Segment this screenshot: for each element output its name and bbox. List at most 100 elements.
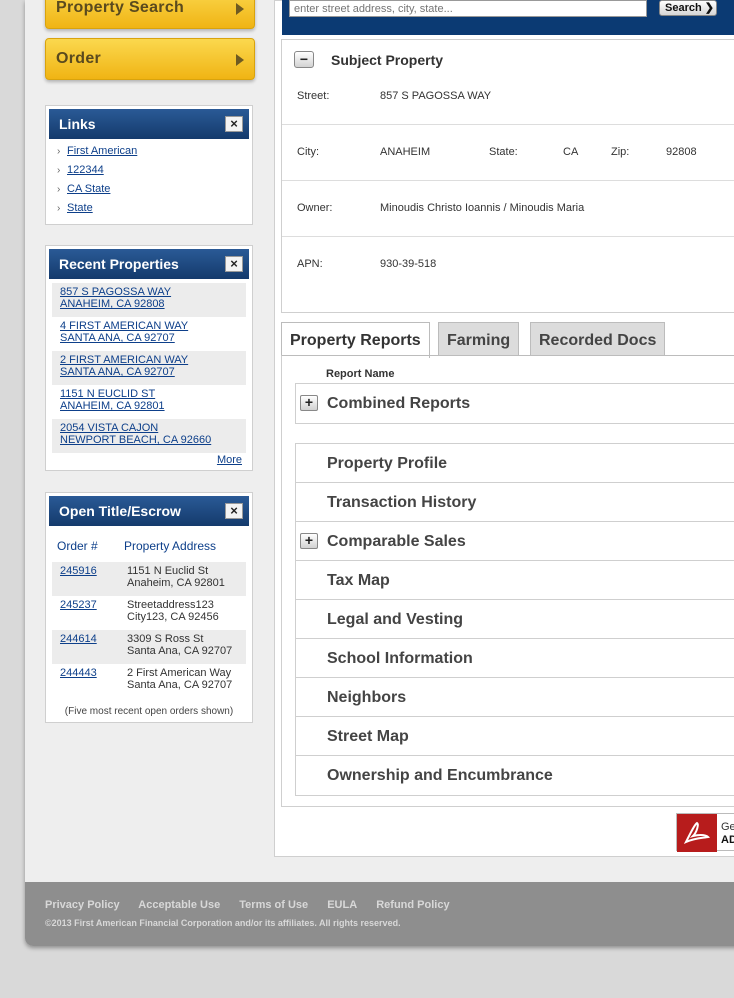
report-item-transaction-history[interactable]: Transaction History	[296, 483, 734, 522]
zip-value: 92808	[666, 146, 697, 158]
expand-comparable-sales-button[interactable]: +	[300, 533, 318, 549]
open-title-title: Open Title/Escrow	[59, 503, 181, 519]
chevron-right-icon: ›	[57, 165, 61, 176]
report-item-neighbors[interactable]: Neighbors	[296, 678, 734, 717]
table-row: 245916 1151 N Euclid St Anaheim, CA 92801	[52, 562, 246, 596]
recent-address-line1[interactable]: 4 FIRST AMERICAN WAY	[60, 320, 238, 332]
owner-row: Owner: Minoudis Christo Ioannis / Minoud…	[282, 181, 734, 237]
collapse-subject-button[interactable]: −	[294, 51, 314, 68]
apn-label: APN:	[297, 258, 323, 270]
owner-label: Owner:	[297, 202, 333, 214]
recent-address-line1[interactable]: 2054 VISTA CAJON	[60, 422, 238, 434]
order-address-line2: City123, CA 92456	[127, 611, 219, 623]
col-order: Order #	[57, 539, 98, 553]
recent-property-item[interactable]: 857 S PAGOSSA WAY ANAHEIM, CA 92808	[52, 283, 246, 317]
report-label: Combined Reports	[327, 395, 471, 412]
recent-properties-box: Recent Properties × 857 S PAGOSSA WAY AN…	[45, 245, 253, 471]
recent-address-line1[interactable]: 1151 N EUCLID ST	[60, 388, 238, 400]
recent-address-line1[interactable]: 2 FIRST AMERICAN WAY	[60, 354, 238, 366]
footer-link-privacy[interactable]: Privacy Policy	[45, 899, 120, 911]
report-item-ownership-encumbrance[interactable]: Ownership and Encumbrance	[296, 756, 734, 795]
report-item-property-profile[interactable]: Property Profile	[296, 444, 734, 483]
subject-property-title: Subject Property	[331, 52, 444, 68]
order-number-link[interactable]: 245237	[60, 599, 127, 627]
report-name-header: Report Name	[326, 368, 395, 380]
footer-copyright: ©2013 First American Financial Corporati…	[45, 918, 401, 928]
close-recent-button[interactable]: ×	[225, 256, 243, 272]
order-button[interactable]: Order	[45, 38, 255, 80]
links-box: Links × › First American › 122344 › CA Stat…	[45, 105, 253, 225]
order-address-line1: 2 First American Way	[127, 667, 232, 679]
order-address-line2: Santa Ana, CA 92707	[127, 679, 233, 691]
link-state[interactable]: State	[67, 202, 93, 214]
order-label: Order	[56, 50, 102, 67]
arrow-right-icon	[236, 54, 244, 66]
order-address-line2: Santa Ana, CA 92707	[127, 645, 233, 657]
more-link-container: More	[52, 453, 246, 468]
property-search-button[interactable]: Property Search	[45, 0, 255, 29]
order-address: Streetaddress123 City123, CA 92456	[127, 599, 219, 627]
order-address: 2 First American Way Santa Ana, CA 92707	[127, 667, 232, 695]
tab-recorded-docs[interactable]: Recorded Docs	[530, 322, 666, 356]
report-label: Comparable Sales	[327, 533, 466, 550]
search-button[interactable]: Search ❯	[659, 0, 717, 16]
recent-property-item[interactable]: 1151 N EUCLID ST ANAHEIM, CA 92801	[52, 385, 246, 419]
list-item: › CA State	[57, 180, 249, 199]
footer-link-acceptable-use[interactable]: Acceptable Use	[138, 899, 220, 911]
search-input[interactable]	[289, 0, 647, 17]
adobe-reader-badge[interactable]: Ge AD	[676, 813, 734, 852]
city-value: ANAHEIM	[380, 146, 431, 158]
footer-link-refund[interactable]: Refund Policy	[376, 899, 449, 911]
report-label: Ownership and Encumbrance	[327, 767, 553, 784]
more-link[interactable]: More	[217, 454, 242, 466]
order-address-line2: Anaheim, CA 92801	[127, 577, 225, 589]
footer: Privacy Policy Acceptable Use Terms of U…	[25, 882, 734, 946]
report-item-legal-vesting[interactable]: Legal and Vesting	[296, 600, 734, 639]
open-title-header: Open Title/Escrow ×	[49, 496, 249, 526]
open-orders-note: (Five most recent open orders shown)	[64, 706, 234, 717]
open-title-rows: 245916 1151 N Euclid St Anaheim, CA 92801…	[49, 562, 249, 698]
report-item-combined[interactable]: + Combined Reports	[296, 384, 734, 423]
recent-address-line2[interactable]: NEWPORT BEACH, CA 92660	[60, 434, 238, 446]
footer-link-terms[interactable]: Terms of Use	[239, 899, 308, 911]
report-item-school-information[interactable]: School Information	[296, 639, 734, 678]
tab-property-reports[interactable]: Property Reports	[281, 322, 430, 358]
order-address-line1: 1151 N Euclid St	[127, 565, 209, 577]
recent-properties-header: Recent Properties ×	[49, 249, 249, 279]
open-title-columns: Order # Property Address	[49, 526, 249, 562]
tab-farming[interactable]: Farming	[438, 322, 520, 356]
close-links-button[interactable]: ×	[225, 116, 243, 132]
recent-address-line2[interactable]: SANTA ANA, CA 92707	[60, 332, 238, 344]
street-value: 857 S PAGOSSA WAY	[380, 90, 492, 102]
order-address-line1: 3309 S Ross St	[127, 633, 204, 645]
footer-link-eula[interactable]: EULA	[327, 899, 357, 911]
apn-value: 930-39-518	[380, 258, 437, 270]
links-header: Links ×	[49, 109, 249, 139]
recent-property-item[interactable]: 2054 VISTA CAJON NEWPORT BEACH, CA 92660	[52, 419, 246, 453]
close-open-title-button[interactable]: ×	[225, 503, 243, 519]
owner-value: Minoudis Christo Ioannis / Minoudis Mari…	[380, 202, 585, 214]
recent-address-line2[interactable]: SANTA ANA, CA 92707	[60, 366, 238, 378]
recent-property-item[interactable]: 2 FIRST AMERICAN WAY SANTA ANA, CA 92707	[52, 351, 246, 385]
recent-property-item[interactable]: 4 FIRST AMERICAN WAY SANTA ANA, CA 92707	[52, 317, 246, 351]
order-number-link[interactable]: 244614	[60, 633, 127, 661]
link-first-american[interactable]: First American	[67, 145, 137, 157]
chevron-right-icon: ›	[57, 146, 61, 157]
recent-address-line2[interactable]: ANAHEIM, CA 92801	[60, 400, 238, 412]
expand-combined-button[interactable]: +	[300, 395, 318, 411]
list-item: › First American	[57, 142, 249, 161]
order-address: 3309 S Ross St Santa Ana, CA 92707	[127, 633, 232, 661]
report-item-comparable-sales[interactable]: + Comparable Sales	[296, 522, 734, 561]
state-value: CA	[563, 146, 579, 158]
combined-reports-list: + Combined Reports	[295, 383, 734, 424]
recent-address-line2[interactable]: ANAHEIM, CA 92808	[60, 298, 238, 310]
adobe-text-line1: Ge	[721, 821, 734, 833]
col-property-address: Property Address	[124, 539, 217, 553]
report-item-tax-map[interactable]: Tax Map	[296, 561, 734, 600]
report-item-street-map[interactable]: Street Map	[296, 717, 734, 756]
order-number-link[interactable]: 245916	[60, 565, 127, 593]
order-number-link[interactable]: 244443	[60, 667, 127, 695]
link-122344[interactable]: 122344	[67, 164, 104, 176]
link-ca-state[interactable]: CA State	[67, 183, 110, 195]
recent-address-line1[interactable]: 857 S PAGOSSA WAY	[60, 286, 238, 298]
